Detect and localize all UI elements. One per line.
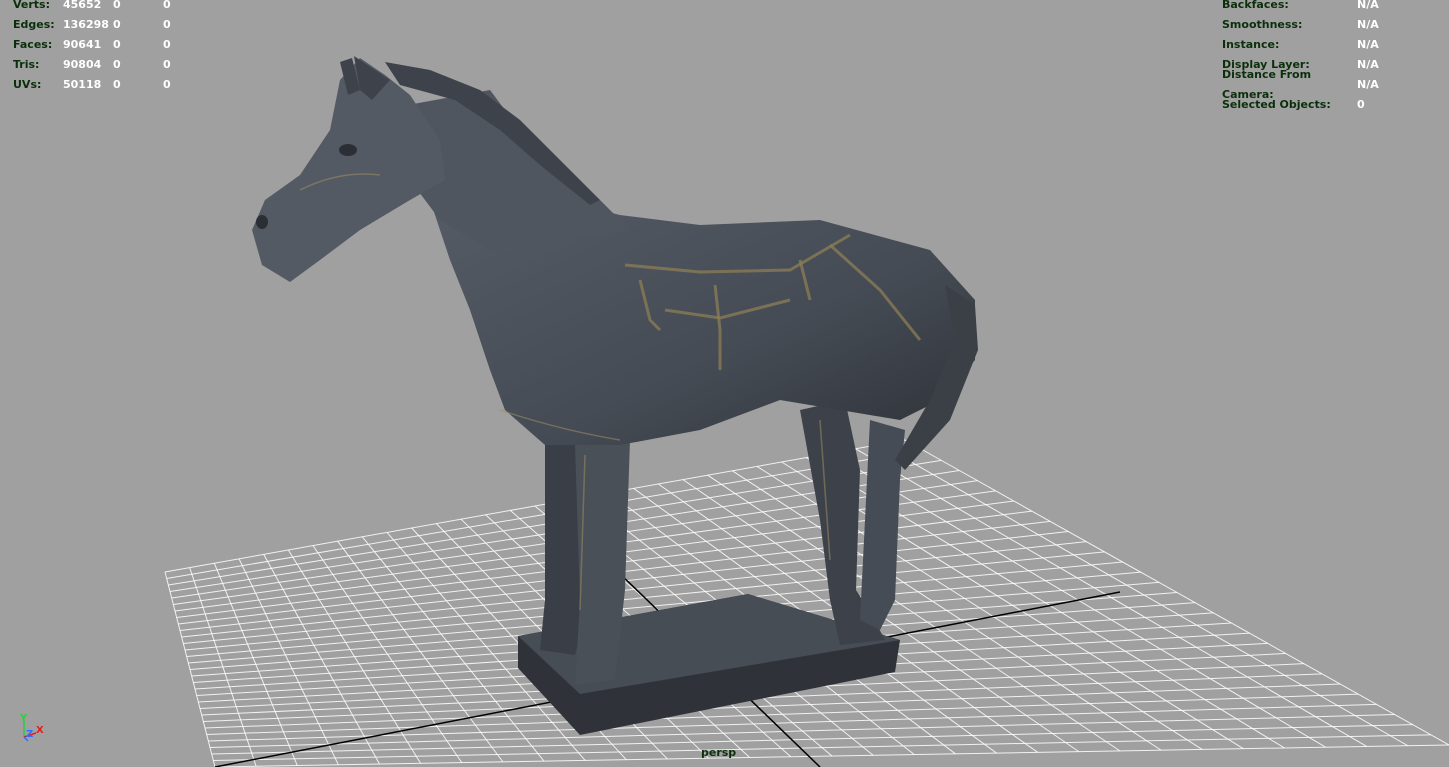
camera-name-label: persp — [701, 746, 737, 759]
stat-value: 0 — [163, 18, 171, 31]
stat-value: 45652 — [63, 0, 102, 11]
stat-value: 0 — [113, 18, 121, 31]
stat-value: 0 — [163, 58, 171, 71]
ground-grid — [164, 439, 1449, 767]
stat-value: 136298 — [63, 18, 109, 31]
info-value: N/A — [1357, 18, 1379, 31]
hud-row-faces: Faces: 90641 0 0 — [13, 35, 203, 55]
stat-value: 0 — [163, 78, 171, 91]
hud-row-edges: Edges: 136298 0 0 — [13, 15, 203, 35]
info-value: 0 — [1357, 98, 1365, 111]
poly-count-hud: Verts: 45652 0 0 Edges: 136298 0 0 Faces… — [13, 0, 203, 95]
hud-row-uvs: UVs: 50118 0 0 — [13, 75, 203, 95]
info-label: Backfaces: — [1222, 0, 1289, 11]
stat-label: UVs: — [13, 78, 42, 91]
stat-value: 0 — [163, 0, 171, 11]
stat-value: 0 — [113, 78, 121, 91]
hud-row-tris: Tris: 90804 0 0 — [13, 55, 203, 75]
hud-row-selected-objects: Selected Objects: 0 — [1222, 95, 1379, 115]
hud-row-backfaces: Backfaces: N/A — [1222, 0, 1379, 15]
info-value: N/A — [1357, 38, 1379, 51]
stat-label: Tris: — [13, 58, 40, 71]
stat-value: 90641 — [63, 38, 102, 51]
axis-y-label: Y — [20, 713, 28, 724]
stat-label: Verts: — [13, 0, 51, 11]
stat-value: 50118 — [63, 78, 102, 91]
stat-value: 90804 — [63, 58, 102, 71]
stat-value: 0 — [113, 0, 121, 11]
info-label: Smoothness: — [1222, 18, 1303, 31]
info-value: N/A — [1357, 0, 1379, 11]
stat-label: Faces: — [13, 38, 53, 51]
object-info-hud: Backfaces: N/A Smoothness: N/A Instance:… — [1222, 0, 1379, 115]
hud-row-verts: Verts: 45652 0 0 — [13, 0, 203, 15]
stat-value: 0 — [113, 58, 121, 71]
stat-label: Edges: — [13, 18, 55, 31]
stat-value: 0 — [113, 38, 121, 51]
info-value: N/A — [1357, 58, 1379, 71]
hud-row-distance: Distance From Camera: N/A — [1222, 68, 1379, 101]
info-value: N/A — [1357, 78, 1379, 91]
maya-viewport[interactable]: Verts: 45652 0 0 Edges: 136298 0 0 Faces… — [0, 0, 1449, 767]
info-label: Selected Objects: — [1222, 98, 1331, 111]
viewport-canvas[interactable] — [0, 0, 1449, 767]
axis-gizmo-icon: Y Z X — [18, 713, 48, 745]
axis-z-label: Z — [26, 729, 34, 740]
stat-value: 0 — [163, 38, 171, 51]
hud-row-instance: Instance: N/A — [1222, 35, 1379, 55]
axis-x-label: X — [36, 725, 44, 736]
info-label: Instance: — [1222, 38, 1280, 51]
hud-row-smoothness: Smoothness: N/A — [1222, 15, 1379, 35]
